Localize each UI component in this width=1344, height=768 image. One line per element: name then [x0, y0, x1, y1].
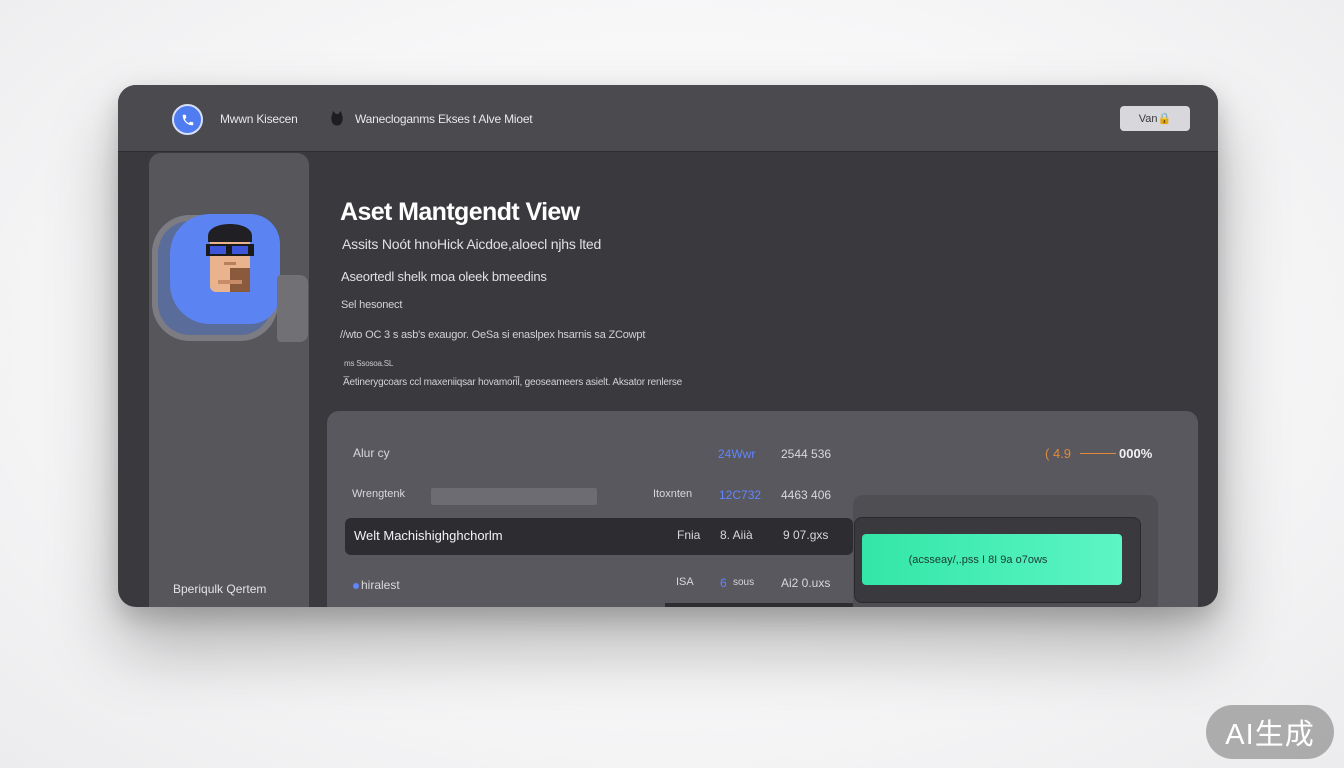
- row-label: Welt Machishighghchorlm: [354, 528, 503, 543]
- scroll-indicator[interactable]: [665, 603, 853, 607]
- row-label: Fnia: [677, 528, 701, 542]
- description-line: Sel hesonect: [341, 299, 403, 311]
- phone-icon[interactable]: [172, 104, 203, 135]
- description-line: A̅etinerygcoars ccl maxeniiqsar hovamori…: [343, 377, 682, 388]
- row-value: 12C732: [719, 488, 762, 502]
- row-value: 24Wwr: [718, 447, 756, 461]
- row-label: Itoxnten: [653, 488, 693, 500]
- ai-generated-badge: AI生成: [1206, 705, 1334, 759]
- status-dot-icon: [353, 582, 359, 589]
- row-label: Alur cy: [353, 446, 390, 460]
- cat-icon: [330, 111, 344, 132]
- description-line: Aseortedl shelk moa oleek bmeedins: [341, 269, 547, 284]
- row-label: hiralest: [361, 578, 400, 592]
- primary-action-button[interactable]: (acsseay/,.pss I 8I 9a o7ows: [862, 534, 1122, 585]
- row-value: 6: [720, 576, 727, 590]
- app-window: Mwwn Kisecen Wanecloganms Ekses t Alve M…: [118, 85, 1218, 607]
- breadcrumb[interactable]: Wanecloganms Ekses t Alve Mioet: [355, 112, 533, 126]
- row-value: 2544 536: [781, 447, 832, 461]
- input-field[interactable]: [431, 488, 597, 505]
- avatar[interactable]: [204, 218, 256, 305]
- app-name: Mwwn Kisecen: [220, 112, 298, 126]
- row-value: 4463 406: [781, 488, 832, 502]
- page-title: Aset Mantgendt View: [340, 198, 580, 226]
- lock-button[interactable]: Van🔒: [1120, 106, 1190, 131]
- row-label: ISA: [676, 576, 694, 588]
- row-value: Ai2 0.uxs: [781, 576, 831, 590]
- row-label: Wrengtenk: [352, 488, 405, 500]
- description-line: //wto OC 3 s asb's exaugor. OeSa si enas…: [340, 329, 646, 341]
- accent-line: [1080, 453, 1116, 454]
- top-bar: Mwwn Kisecen Wanecloganms Ekses t Alve M…: [118, 85, 1218, 152]
- row-value: 9 07.gxs: [783, 528, 829, 542]
- row-accent: ( 4.9: [1045, 446, 1072, 461]
- description-line: ms Ssosoa.SL: [344, 359, 394, 368]
- avatar-tab[interactable]: [277, 275, 308, 342]
- row-percent: 000%: [1119, 446, 1153, 461]
- row-value: 8. Aiià: [720, 528, 753, 542]
- table-row[interactable]: hiralest: [353, 578, 400, 592]
- row-value: sous: [733, 577, 755, 588]
- description-line: Assits Noót hnoHick Aicdoe,aloecl njhs l…: [342, 236, 602, 252]
- sidebar-footer-label[interactable]: Bperiqulk Qertem: [173, 582, 266, 596]
